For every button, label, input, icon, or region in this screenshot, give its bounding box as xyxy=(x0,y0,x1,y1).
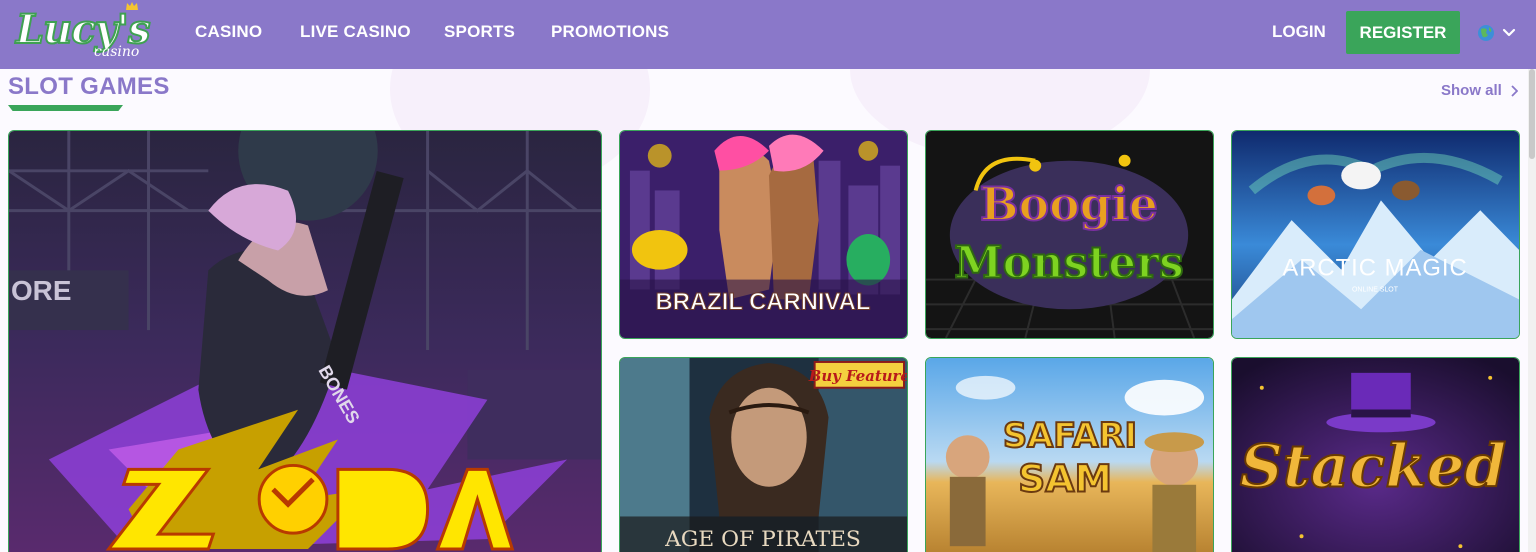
safari-sam-2-artwork: SAFARI SAM xyxy=(926,358,1213,552)
section-title: SLOT GAMES xyxy=(8,73,170,100)
nav-promotions[interactable]: PROMOTIONS xyxy=(551,22,669,42)
register-button[interactable]: REGISTER xyxy=(1346,11,1460,54)
game-title: Stacked xyxy=(1240,432,1506,502)
game-tile-zero-day[interactable]: ORE BONES xyxy=(8,130,602,552)
brazil-carnival-artwork: BRAZIL CARNIVAL xyxy=(620,131,907,338)
game-title: BRAZIL CARNIVAL xyxy=(656,288,871,315)
game-tile-brazil-carnival[interactable]: BRAZIL CARNIVAL xyxy=(619,130,908,339)
game-tile-arctic-magic[interactable]: ARCTIC MAGIC ONLINE SLOT xyxy=(1231,130,1520,339)
game-tile-stacked[interactable]: Stacked xyxy=(1231,357,1520,552)
page-scrollbar-thumb[interactable] xyxy=(1529,69,1535,159)
age-of-pirates-artwork: Buy Feature AGE OF PIRATES xyxy=(620,358,907,552)
game-title-line2: SAM xyxy=(1018,457,1112,501)
login-button[interactable]: LOGIN xyxy=(1272,22,1326,42)
arctic-magic-artwork: ARCTIC MAGIC ONLINE SLOT xyxy=(1232,131,1519,338)
game-tile-age-of-pirates[interactable]: Buy Feature AGE OF PIRATES xyxy=(619,357,908,552)
game-title: AGE OF PIRATES xyxy=(664,527,861,552)
lucys-casino-logo[interactable]: Lucy's casino xyxy=(12,2,152,66)
background-sign: ORE xyxy=(11,275,71,306)
register-label: REGISTER xyxy=(1359,22,1447,42)
zero-day-artwork: ORE BONES xyxy=(9,131,601,552)
show-all-link[interactable]: Show all xyxy=(1441,82,1518,99)
stacked-artwork: Stacked xyxy=(1232,358,1519,552)
badge-text: Buy Feature xyxy=(808,367,907,385)
game-title-line2: Monsters xyxy=(954,238,1183,289)
game-title: ARCTIC MAGIC xyxy=(1282,255,1467,282)
game-tile-boogie-monsters[interactable]: Boogie Monsters xyxy=(925,130,1214,339)
chevron-down-icon xyxy=(1502,28,1516,37)
nav-live-casino[interactable]: LIVE CASINO xyxy=(300,22,411,42)
game-tile-safari-sam-2[interactable]: SAFARI SAM xyxy=(925,357,1214,552)
title-underline xyxy=(8,105,123,111)
game-subtitle: ONLINE SLOT xyxy=(1352,286,1399,293)
boogie-monsters-artwork: Boogie Monsters xyxy=(926,131,1213,338)
language-selector[interactable] xyxy=(1476,22,1522,44)
globe-icon xyxy=(1478,25,1516,41)
show-all-label: Show all xyxy=(1441,82,1502,99)
top-header: Lucy's casino CASINO LIVE CASINO SPORTS … xyxy=(0,0,1536,69)
nav-sports[interactable]: SPORTS xyxy=(444,22,515,42)
game-title-line1: SAFARI xyxy=(1003,416,1137,455)
nav-casino[interactable]: CASINO xyxy=(195,22,262,42)
game-title-line1: Boogie xyxy=(980,177,1158,231)
logo-subtext: casino xyxy=(94,44,140,60)
chevron-right-icon xyxy=(1511,84,1518,97)
